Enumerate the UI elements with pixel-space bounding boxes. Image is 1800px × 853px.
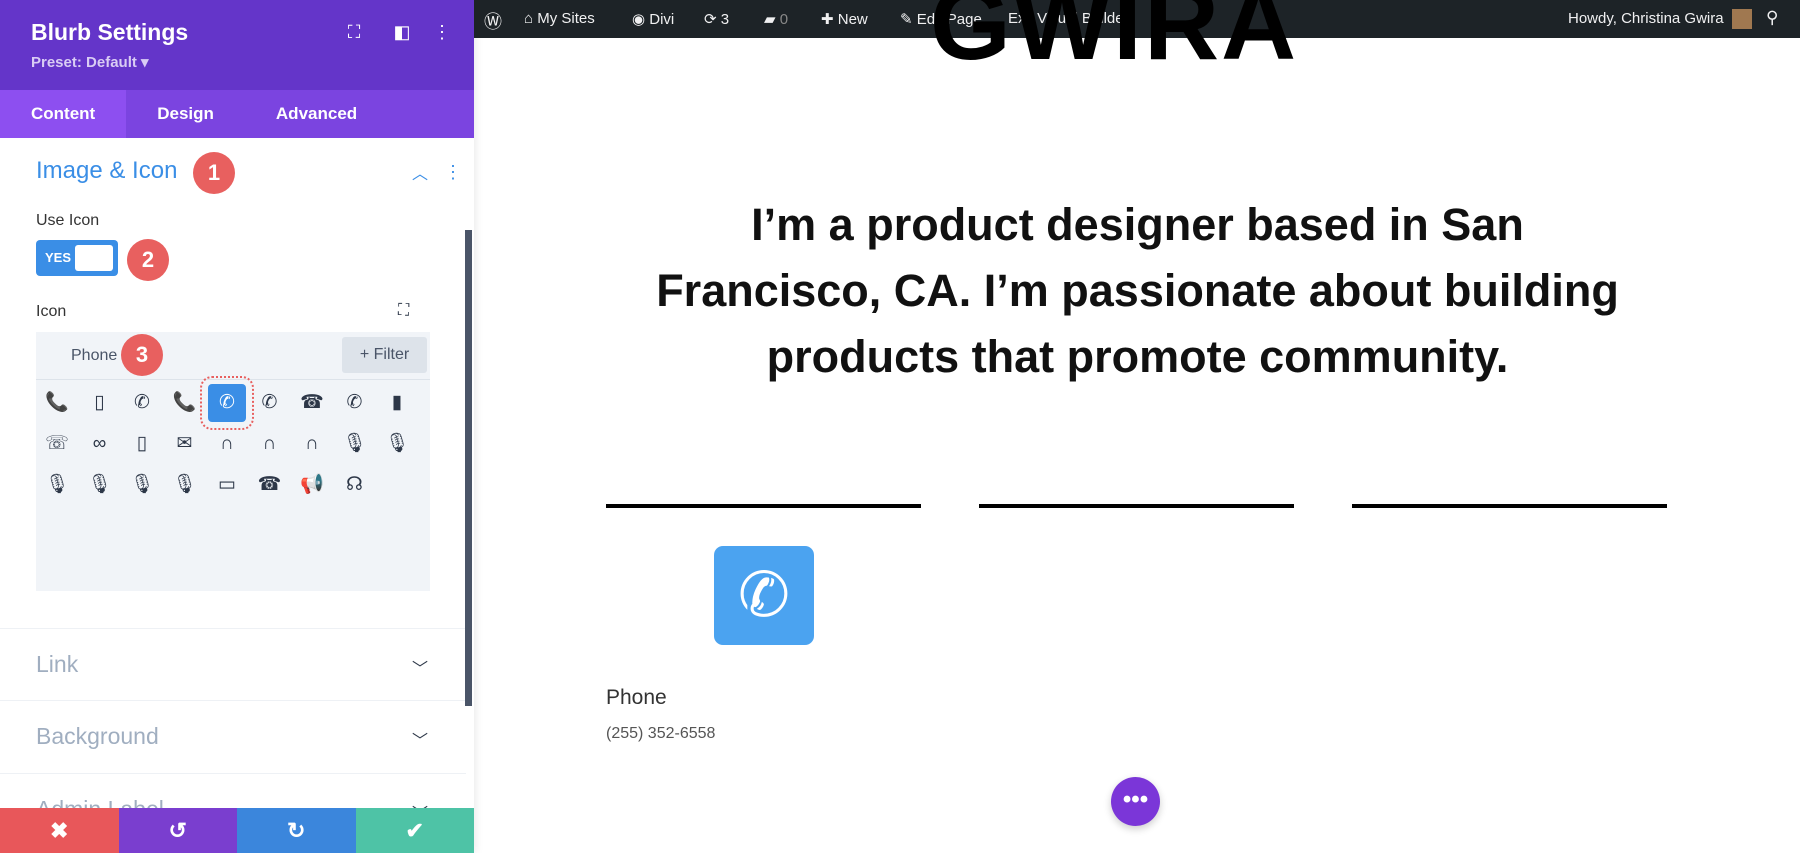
icon-option[interactable]: ✆ — [200, 376, 254, 430]
search-icon[interactable]: ⚲ — [1766, 8, 1778, 28]
section-image-icon-title[interactable]: Image & Icon — [36, 157, 177, 185]
chevron-down-icon: ﹀ — [411, 733, 428, 750]
dashboard-icon: ◉ — [632, 11, 650, 28]
bio-text: I’m a product designer based in San Fran… — [656, 199, 1619, 382]
toggle-label: YES — [45, 250, 72, 265]
section-link[interactable]: Link ﹀ — [0, 628, 466, 700]
icon-option[interactable]: ☏ — [38, 425, 76, 463]
sites-icon: ⌂ — [524, 10, 538, 27]
use-icon-label: Use Icon — [36, 212, 100, 229]
updates-icon: ⟳ — [704, 11, 721, 28]
blurb-text: (255) 352-6558 — [606, 725, 716, 742]
icon-label: Icon — [36, 303, 67, 320]
divi-label: Divi — [649, 11, 675, 28]
scrollbar[interactable] — [465, 230, 472, 706]
divider-line — [606, 504, 921, 508]
panel-tabs: Content Design Advanced — [0, 90, 474, 138]
icon-option[interactable]: ▯ — [81, 384, 119, 422]
fullscreen-icon[interactable]: ⛶ — [342, 22, 366, 43]
action-bar: ✖ ↺ ↻ ✔ — [0, 808, 474, 853]
icon-option[interactable]: ∩ — [208, 425, 246, 463]
icon-option[interactable]: 🎙 — [123, 466, 161, 504]
tab-content[interactable]: Content — [0, 90, 127, 138]
icon-option[interactable]: 📞 — [38, 384, 76, 422]
updates-count: 3 — [720, 11, 730, 28]
more-options-icon[interactable]: ⋮ — [430, 22, 454, 43]
undo-button[interactable]: ↺ — [118, 808, 237, 853]
section-background-title: Background — [36, 723, 159, 749]
page-heading: GWIRA — [930, 0, 1299, 82]
icon-option[interactable]: ✉ — [166, 425, 204, 463]
new-link[interactable]: ✚ New — [821, 10, 868, 28]
tab-design[interactable]: Design — [126, 90, 245, 138]
icon-option[interactable]: ✆ — [336, 384, 374, 422]
icon-option[interactable]: ✆ — [251, 384, 289, 422]
icon-option[interactable]: ∩ — [293, 425, 331, 463]
icon-picker: Phone 3 + Filter 📞 ▯ ✆ 📞 ✆ ✆ ☎ ✆ ▮ ☏ ∞ ▯ ✉ ∩ ∩ ∩ 🎙 🎙 🎙 🎙 🎙 🎙 ▭… — [36, 332, 430, 591]
page-settings-button[interactable]: ••• — [1111, 777, 1160, 826]
blurb-phone-icon[interactable]: ✆ — [714, 546, 814, 645]
blurb-title: Phone — [606, 686, 667, 709]
split-view-icon[interactable]: ◧ — [390, 22, 414, 43]
redo-button[interactable]: ↻ — [237, 808, 356, 853]
icon-option[interactable]: ☎ — [251, 466, 289, 504]
plus-icon: ✚ — [821, 11, 838, 28]
my-sites-label: My Sites — [537, 10, 595, 27]
comments-link[interactable]: ▰ 0 — [764, 10, 788, 28]
icon-option[interactable]: 📢 — [293, 466, 331, 504]
settings-panel: Blurb Settings Preset: Default ▾ ⛶ ◧ ⋮ C… — [0, 0, 474, 853]
divider-line — [979, 504, 1294, 508]
icon-category: Phone — [71, 347, 118, 364]
filter-button[interactable]: + Filter — [342, 337, 427, 373]
icon-option[interactable]: 📞 — [166, 384, 204, 422]
step-badge-2: 2 — [127, 239, 169, 281]
icon-option[interactable]: ∞ — [81, 425, 119, 463]
panel-header: Blurb Settings Preset: Default ▾ ⛶ ◧ ⋮ — [0, 0, 474, 90]
divider-line — [1352, 504, 1667, 508]
section-background[interactable]: Background ﹀ — [0, 700, 466, 773]
cancel-button[interactable]: ✖ — [0, 808, 119, 853]
icon-option[interactable]: 🎙 — [336, 425, 374, 463]
panel-title: Blurb Settings — [31, 19, 189, 45]
icon-option[interactable]: ☊ — [336, 466, 374, 504]
icon-option[interactable]: ∩ — [251, 425, 289, 463]
icon-option[interactable]: ✆ — [123, 384, 161, 422]
icon-option[interactable]: ▮ — [378, 384, 416, 422]
save-button[interactable]: ✔ — [355, 808, 474, 853]
icon-option[interactable]: 🎙 — [378, 425, 416, 463]
icon-option[interactable]: ▭ — [208, 466, 246, 504]
toggle-knob — [75, 245, 113, 271]
icon-option[interactable]: 🎙 — [81, 466, 119, 504]
updates-link[interactable]: ⟳ 3 — [704, 10, 729, 28]
pencil-icon: ✎ — [900, 11, 917, 28]
tab-advanced[interactable]: Advanced — [245, 90, 388, 138]
expand-icon[interactable]: ⛶ — [398, 302, 409, 320]
preset-dropdown[interactable]: Preset: Default ▾ — [31, 53, 149, 71]
step-badge-1: 1 — [193, 152, 235, 194]
howdy-user[interactable]: Howdy, Christina Gwira — [1568, 10, 1724, 27]
chevron-down-icon: ﹀ — [411, 661, 428, 678]
my-sites-link[interactable]: ⌂ My Sites — [524, 10, 595, 27]
section-link-title: Link — [36, 651, 79, 677]
icon-option[interactable]: ☎ — [293, 384, 331, 422]
icon-option[interactable]: 🎙 — [38, 466, 76, 504]
section-menu-icon[interactable]: ⋮ — [444, 162, 462, 183]
step-badge-3: 3 — [121, 334, 163, 376]
icon-option[interactable]: 🎙 — [166, 466, 204, 504]
wordpress-logo-icon[interactable]: Ⓦ — [484, 8, 502, 34]
icon-option[interactable]: ▯ — [123, 425, 161, 463]
use-icon-toggle[interactable]: YES — [36, 240, 118, 276]
divi-link[interactable]: ◉ Divi — [632, 10, 674, 28]
new-label: New — [837, 11, 868, 28]
divider — [36, 379, 430, 380]
chevron-up-icon[interactable]: ︿ — [412, 160, 428, 184]
comments-count: 0 — [779, 11, 789, 28]
avatar[interactable] — [1732, 9, 1752, 29]
comment-icon: ▰ — [764, 11, 780, 28]
